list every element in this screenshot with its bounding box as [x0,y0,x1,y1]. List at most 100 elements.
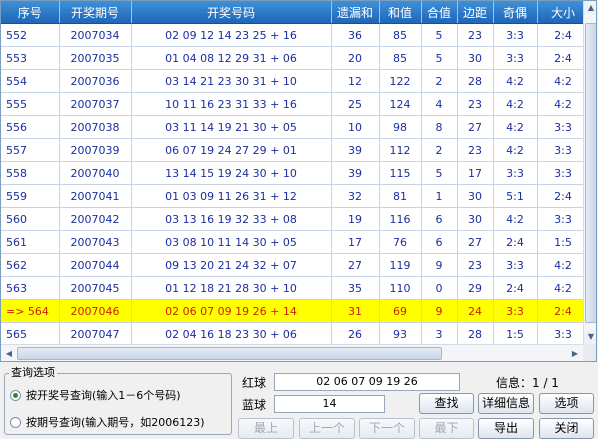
table-cell: 01 03 09 11 26 31 + 12 [131,184,332,208]
table-cell: 26 [331,322,380,346]
table-cell: 2:4 [493,276,538,300]
scroll-up-arrow-icon[interactable]: ▲ [584,1,596,15]
table-cell: 2:4 [537,23,590,47]
table-row[interactable]: 555 2007037 10 11 16 23 31 33 + 16 25 124 4 23… [1,92,590,116]
table-row[interactable]: 552 2007034 02 09 12 14 23 25 + 16 36 85 5 23 3… [1,23,590,47]
table-cell: 2007043 [59,230,132,254]
column-header[interactable]: 序号 [1,1,60,24]
column-header[interactable]: 边距 [457,1,494,24]
horizontal-scrollbar[interactable]: ◀ ▶ [1,344,583,361]
details-button[interactable]: 详细信息 [478,393,534,414]
table-cell: 69 [379,299,422,323]
table-cell: 02 04 16 18 23 30 + 06 [131,322,332,346]
table-row[interactable]: 553 2007035 01 04 08 12 29 31 + 06 20 85 5 30 3… [1,46,590,70]
table-cell: 110 [379,276,422,300]
table-cell: 85 [379,23,422,47]
scroll-right-arrow-icon[interactable]: ▶ [567,345,583,361]
radio-selected-icon[interactable] [10,389,21,401]
scroll-left-arrow-icon[interactable]: ◀ [1,345,17,361]
table-row[interactable]: 556 2007038 03 11 14 19 21 30 + 05 10 98 8 27 4… [1,115,590,139]
first-button[interactable]: 最上 [238,418,294,439]
table-cell: 39 [331,161,380,185]
options-button[interactable]: 选项 [539,393,594,414]
table-cell: 23 [457,23,494,47]
table-cell: => 564 [1,299,60,323]
table-row-selected[interactable]: => 564 2007046 02 06 07 09 19 26 + 14 31 69 9… [1,299,590,323]
table-row[interactable]: 554 2007036 03 14 21 23 30 31 + 10 12 122 2 28… [1,69,590,93]
table-cell: 1 [421,184,458,208]
horizontal-scroll-thumb[interactable] [17,347,442,360]
table-row[interactable]: 563 2007045 01 12 18 21 28 30 + 10 35 110 0 29… [1,276,590,300]
vertical-scroll-thumb[interactable] [585,23,596,323]
table-cell: 31 [331,299,380,323]
table-cell: 4:2 [493,69,538,93]
query-by-numbers-option[interactable]: 按开奖号查询(输入1－6个号码) [10,387,181,403]
table-cell: 2007037 [59,92,132,116]
table-cell: 565 [1,322,60,346]
vertical-scrollbar[interactable]: ▲ ▼ [583,1,596,344]
column-header[interactable]: 大小 [537,1,590,24]
search-button[interactable]: 查找 [419,393,474,414]
results-grid: 序号 开奖期号 开奖号码 遗漏和 和值 合值 边距 奇偶 大小 552 2007034 02 09 … [0,0,597,362]
query-by-period-option[interactable]: 按期号查询(输入期号，如2006123) [10,414,205,430]
table-cell: 85 [379,46,422,70]
table-cell: 2007042 [59,207,132,231]
table-cell: 3:3 [537,207,590,231]
table-cell: 3:3 [493,23,538,47]
next-button[interactable]: 下一个 [359,418,415,439]
table-cell: 8 [421,115,458,139]
table-cell: 563 [1,276,60,300]
red-ball-label: 红球 [242,376,267,390]
table-cell: 552 [1,23,60,47]
table-cell: 98 [379,115,422,139]
table-row[interactable]: 565 2007047 02 04 16 18 23 30 + 06 26 93 3 28 1… [1,322,590,346]
scrollbar-corner [583,344,596,361]
table-cell: 554 [1,69,60,93]
table-cell: 5 [421,23,458,47]
table-row[interactable]: 559 2007041 01 03 09 11 26 31 + 12 32 81 1 30 5… [1,184,590,208]
column-header[interactable]: 和值 [379,1,422,24]
column-header[interactable]: 开奖期号 [59,1,132,24]
table-row[interactable]: 561 2007043 03 08 10 11 14 30 + 05 17 76 6 27 2… [1,230,590,254]
scroll-down-arrow-icon[interactable]: ▼ [584,330,596,344]
column-header[interactable]: 开奖号码 [131,1,332,24]
table-row[interactable]: 562 2007044 09 13 20 21 24 32 + 07 27 119 9 23… [1,253,590,277]
blue-ball-field[interactable]: 14 [274,395,385,413]
table-cell: 115 [379,161,422,185]
table-cell: 35 [331,276,380,300]
table-cell: 3 [421,322,458,346]
table-cell: 4:2 [537,276,590,300]
table-cell: 25 [331,92,380,116]
table-cell: 2007039 [59,138,132,162]
red-ball-field[interactable]: 02 06 07 09 19 26 [274,373,460,391]
last-button[interactable]: 最下 [419,418,474,439]
table-cell: 20 [331,46,380,70]
column-header[interactable]: 遗漏和 [331,1,380,24]
table-row[interactable]: 560 2007042 03 13 16 19 32 33 + 08 19 116 6 30… [1,207,590,231]
table-cell: 12 [331,69,380,93]
table-row[interactable]: 557 2007039 06 07 19 24 27 29 + 01 39 112 2 23… [1,138,590,162]
close-button[interactable]: 关闭 [539,418,594,439]
export-button[interactable]: 导出 [478,418,534,439]
table-cell: 06 07 19 24 27 29 + 01 [131,138,332,162]
column-header[interactable]: 奇偶 [493,1,538,24]
column-header[interactable]: 合值 [421,1,458,24]
table-cell: 5 [421,161,458,185]
table-cell: 562 [1,253,60,277]
table-cell: 0 [421,276,458,300]
table-cell: 4 [421,92,458,116]
table-cell: 116 [379,207,422,231]
table-cell: 09 13 20 21 24 32 + 07 [131,253,332,277]
table-cell: 2007036 [59,69,132,93]
table-cell: 24 [457,299,494,323]
table-cell: 3:3 [537,115,590,139]
table-row[interactable]: 558 2007040 13 14 15 19 24 30 + 10 39 115 5 17… [1,161,590,185]
table-cell: 5:1 [493,184,538,208]
radio-empty-icon[interactable] [10,416,21,428]
table-cell: 112 [379,138,422,162]
table-cell: 2007044 [59,253,132,277]
table-cell: 124 [379,92,422,116]
table-cell: 5 [421,46,458,70]
table-cell: 2:4 [537,184,590,208]
previous-button[interactable]: 上一个 [299,418,355,439]
